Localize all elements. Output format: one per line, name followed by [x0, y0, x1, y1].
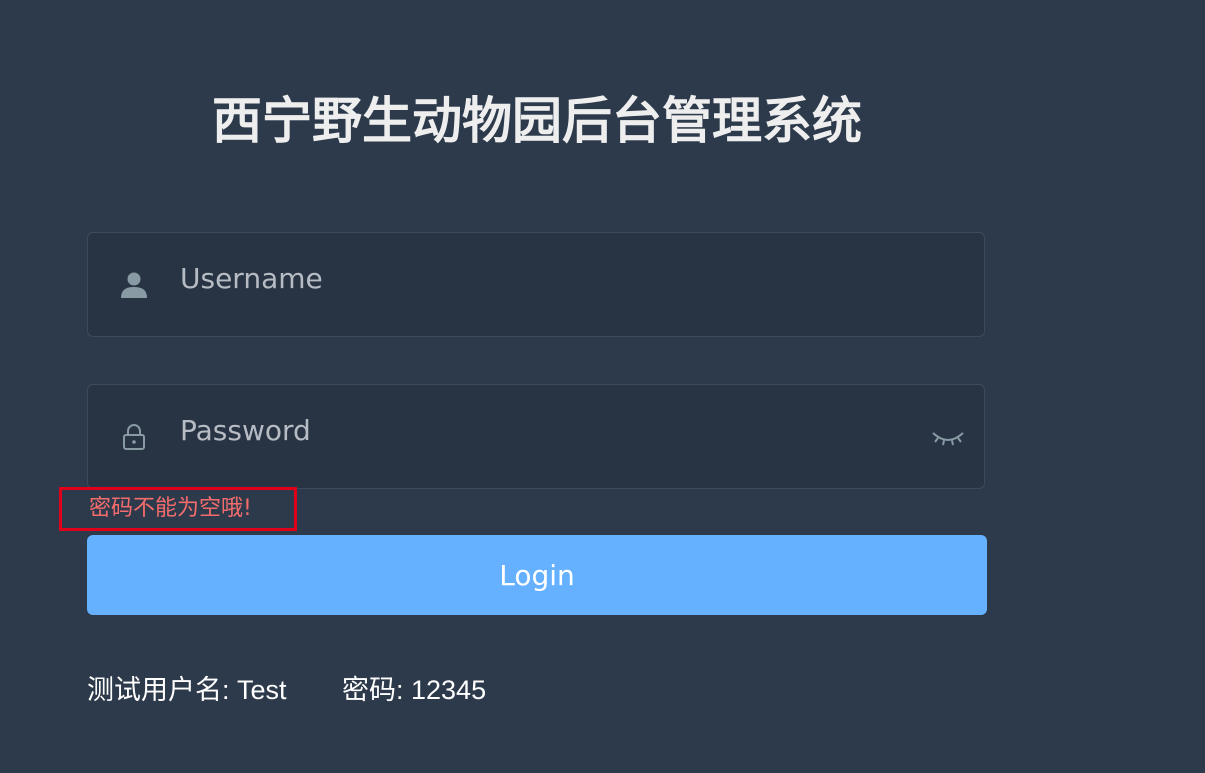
password-field[interactable]: [87, 379, 985, 489]
username-input[interactable]: [180, 227, 900, 330]
eye-closed-icon[interactable]: [930, 425, 966, 449]
password-input[interactable]: [180, 379, 900, 482]
lock-icon: [118, 421, 150, 453]
test-username-hint: 测试用户名: Test: [87, 675, 287, 705]
page-title: 西宁野生动物园后台管理系统: [212, 92, 862, 150]
password-error-message: 密码不能为空哦!: [89, 496, 252, 521]
user-icon: [118, 269, 150, 301]
test-password-hint: 密码: 12345: [342, 675, 487, 705]
username-field[interactable]: [87, 227, 985, 337]
login-button[interactable]: Login: [87, 535, 987, 615]
